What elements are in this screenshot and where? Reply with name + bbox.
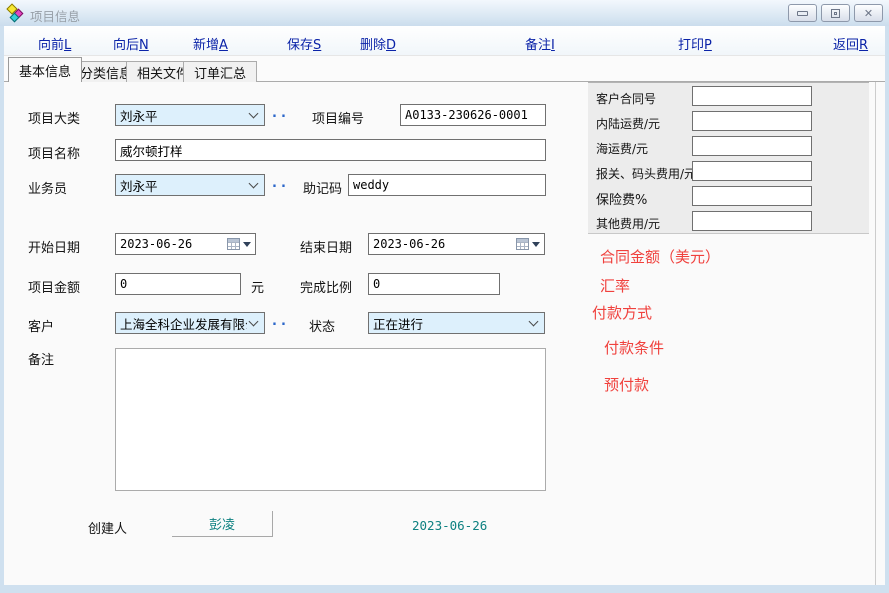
customer-select[interactable]: 上海全科企业发展有限公 [115, 312, 265, 334]
toolbar-note-button[interactable]: 备注I [525, 34, 555, 53]
window-controls: ✕ [788, 4, 883, 22]
salesman-label: 业务员 [28, 178, 67, 197]
status-select[interactable]: 正在进行 [368, 312, 545, 334]
inland-freight-input[interactable] [692, 111, 812, 131]
status-label: 状态 [309, 316, 335, 335]
tab-strip: 基本信息 分类信息 相关文件 订单汇总 [4, 56, 885, 82]
mnemonic-code-label: 助记码 [303, 178, 342, 197]
remarks-textarea[interactable] [115, 348, 546, 491]
creator-label: 创建人 [88, 518, 127, 537]
remarks-label: 备注 [28, 349, 54, 368]
mnemonic-code-input[interactable] [348, 174, 546, 196]
toolbar-print-button[interactable]: 打印P [678, 34, 712, 53]
calendar-icon [227, 238, 240, 250]
payment-terms-label: 付款条件 [604, 337, 664, 358]
chevron-down-icon [249, 109, 259, 119]
completion-ratio-input[interactable] [368, 273, 500, 295]
calendar-icon [516, 238, 529, 250]
project-name-label: 项目名称 [28, 143, 80, 162]
project-no-label: 项目编号 [312, 108, 364, 127]
chevron-down-icon [249, 317, 259, 327]
project-name-input[interactable] [115, 139, 546, 161]
customer-contract-no-label: 客户合同号 [596, 90, 656, 107]
customs-dock-fees-input[interactable] [692, 161, 812, 181]
ocean-freight-input[interactable] [692, 136, 812, 156]
tab-order-summary[interactable]: 订单汇总 [183, 61, 257, 82]
customer-browse-button[interactable]: .. [272, 314, 290, 329]
creation-date: 2023-06-26 [412, 518, 487, 533]
end-date-label: 结束日期 [300, 237, 352, 256]
window-title: 项目信息 [30, 6, 80, 25]
toolbar-save-button[interactable]: 保存S [287, 34, 321, 53]
app-icon [7, 4, 25, 22]
toolbar-forward-button[interactable]: 向前L [38, 34, 71, 53]
advance-payment-label: 预付款 [604, 374, 649, 395]
project-category-select[interactable]: 刘永平 [115, 104, 265, 126]
insurance-fee-input[interactable] [692, 186, 812, 206]
minimize-button[interactable] [788, 4, 817, 22]
customer-label: 客户 [28, 316, 54, 335]
app-window: 项目信息 ✕ 向前L 向后N 新增A 保存S 删除D 备注I 打印P 返回R 基… [0, 0, 889, 593]
other-fees-input[interactable] [692, 211, 812, 231]
project-amount-label: 项目金额 [28, 277, 80, 296]
panel-divider [875, 82, 876, 585]
creator-name: 彭凌 [172, 511, 273, 537]
amount-unit-label: 元 [251, 277, 264, 296]
chevron-down-icon [249, 179, 259, 189]
exchange-rate-label: 汇率 [600, 275, 630, 296]
salesman-browse-button[interactable]: .. [272, 176, 290, 191]
insurance-fee-label: 保险费% [596, 189, 647, 208]
dropdown-arrow-icon [243, 242, 251, 247]
other-fees-label: 其他费用/元 [596, 215, 660, 232]
project-category-browse-button[interactable]: .. [272, 106, 290, 121]
title-bar: 项目信息 ✕ [0, 0, 889, 26]
contract-amount-usd-label: 合同金额（美元） [600, 246, 720, 267]
completion-ratio-label: 完成比例 [300, 277, 352, 296]
toolbar-delete-button[interactable]: 删除D [360, 34, 396, 53]
toolbar-return-button[interactable]: 返回R [833, 34, 868, 53]
maximize-button[interactable] [821, 4, 850, 22]
maximize-icon [831, 9, 840, 18]
toolbar-add-button[interactable]: 新增A [193, 34, 228, 53]
fees-panel: 客户合同号 内陆运费/元 海运费/元 报关、码头费用/元 保险费% 其他费用/元 [588, 82, 869, 234]
toolbar: 向前L 向后N 新增A 保存S 删除D 备注I 打印P 返回R [4, 26, 885, 56]
tab-basic-info[interactable]: 基本信息 [8, 57, 82, 82]
ocean-freight-label: 海运费/元 [596, 140, 648, 157]
customer-contract-no-input[interactable] [692, 86, 812, 106]
close-button[interactable]: ✕ [854, 4, 883, 22]
start-date-picker[interactable]: 2023-06-26 [115, 233, 256, 255]
minimize-icon [797, 11, 808, 16]
customs-dock-fees-label: 报关、码头费用/元 [596, 165, 696, 182]
payment-method-label: 付款方式 [592, 302, 652, 323]
end-date-picker[interactable]: 2023-06-26 [368, 233, 545, 255]
chevron-down-icon [529, 317, 539, 327]
salesman-select[interactable]: 刘永平 [115, 174, 265, 196]
start-date-label: 开始日期 [28, 237, 80, 256]
project-amount-input[interactable] [115, 273, 241, 295]
project-no-input[interactable] [400, 104, 546, 126]
inland-freight-label: 内陆运费/元 [596, 115, 660, 132]
close-icon: ✕ [864, 8, 873, 19]
dropdown-arrow-icon [532, 242, 540, 247]
toolbar-back-button[interactable]: 向后N [113, 34, 149, 53]
project-category-label: 项目大类 [28, 108, 80, 127]
